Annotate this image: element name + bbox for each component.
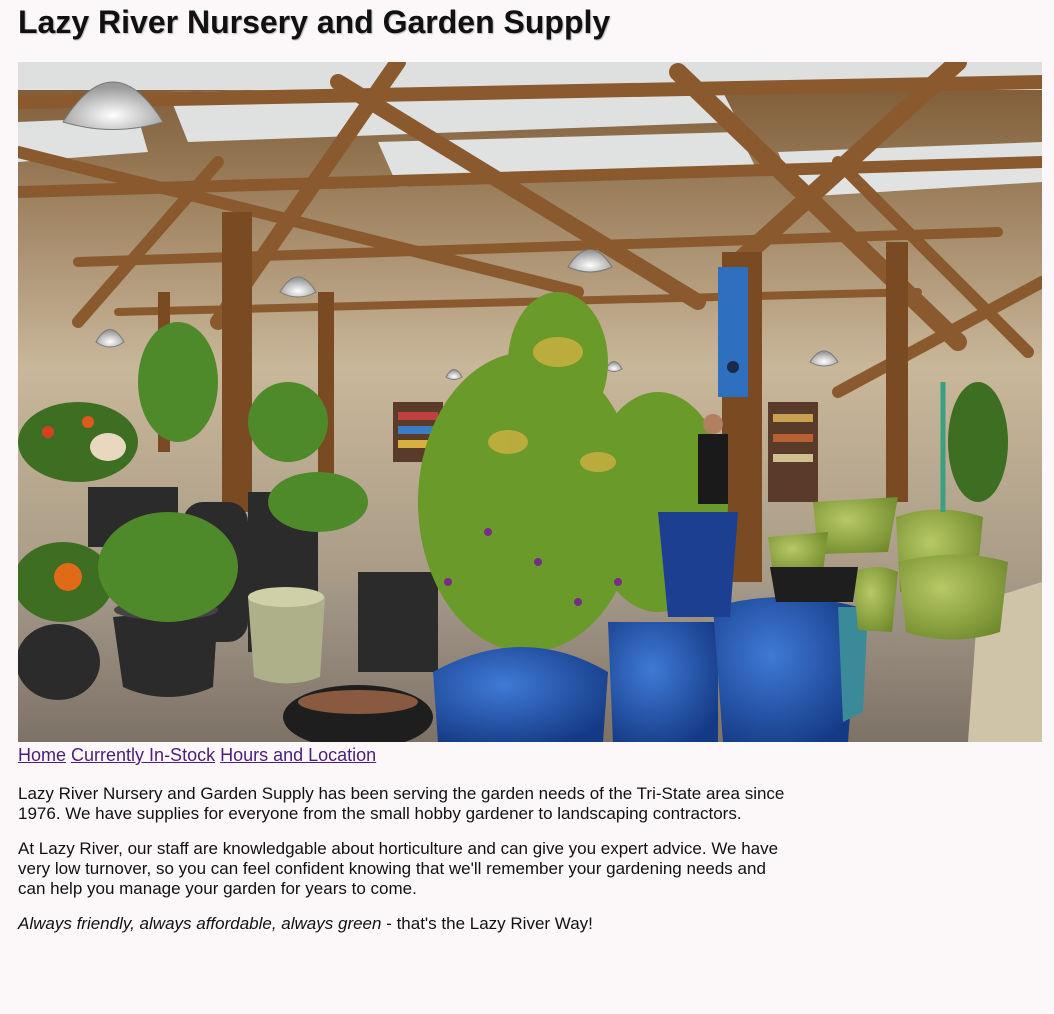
page: Lazy River Nursery and Garden Supply Hom… (0, 0, 1054, 1014)
page-title: Lazy River Nursery and Garden Supply (18, 4, 611, 40)
hero-image-illustration (18, 62, 1042, 742)
hero-image-garden-center (18, 62, 1042, 742)
main-nav: Home Currently In-Stock Hours and Locati… (18, 745, 376, 766)
nav-link-home[interactable]: Home (18, 745, 66, 765)
tagline: Always friendly, always affordable, alwa… (18, 914, 798, 934)
staff-paragraph: At Lazy River, our staff are knowledgabl… (18, 839, 779, 898)
tagline-emphasis: Always friendly, always affordable, alwa… (18, 914, 382, 933)
nav-link-currently-in-stock[interactable]: Currently In-Stock (71, 745, 215, 765)
main-content: Lazy River Nursery and Garden Supply has… (18, 784, 798, 949)
tagline-rest: - that's the Lazy River Way! (381, 914, 593, 933)
nav-link-hours-and-location[interactable]: Hours and Location (220, 745, 376, 765)
intro-paragraph: Lazy River Nursery and Garden Supply has… (18, 784, 785, 823)
